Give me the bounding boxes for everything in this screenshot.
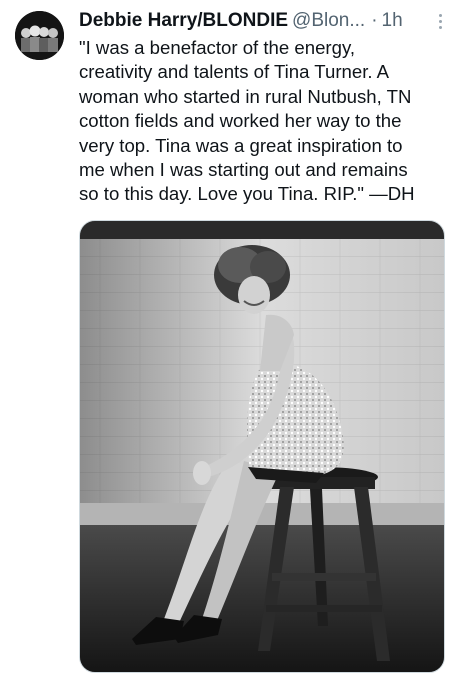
more-dot [438, 25, 442, 29]
tweet-photo[interactable] [79, 220, 445, 673]
tweet-timestamp[interactable]: 1h [382, 8, 403, 34]
more-dot [438, 19, 442, 23]
author-display-name[interactable]: Debbie Harry/BLONDIE [79, 8, 288, 34]
band-photo-avatar-icon [15, 11, 64, 60]
more-options-icon[interactable] [433, 10, 447, 32]
header-separator: · [371, 10, 378, 31]
more-dot [438, 13, 442, 17]
tweet-header: Debbie Harry/BLONDIE @Blon... · 1h [79, 8, 439, 34]
author-avatar[interactable] [15, 11, 64, 60]
author-handle[interactable]: @Blon... [292, 8, 365, 34]
tweet-text: "I was a benefactor of the energy, creat… [79, 37, 415, 205]
tweet-photo-image [80, 221, 444, 672]
